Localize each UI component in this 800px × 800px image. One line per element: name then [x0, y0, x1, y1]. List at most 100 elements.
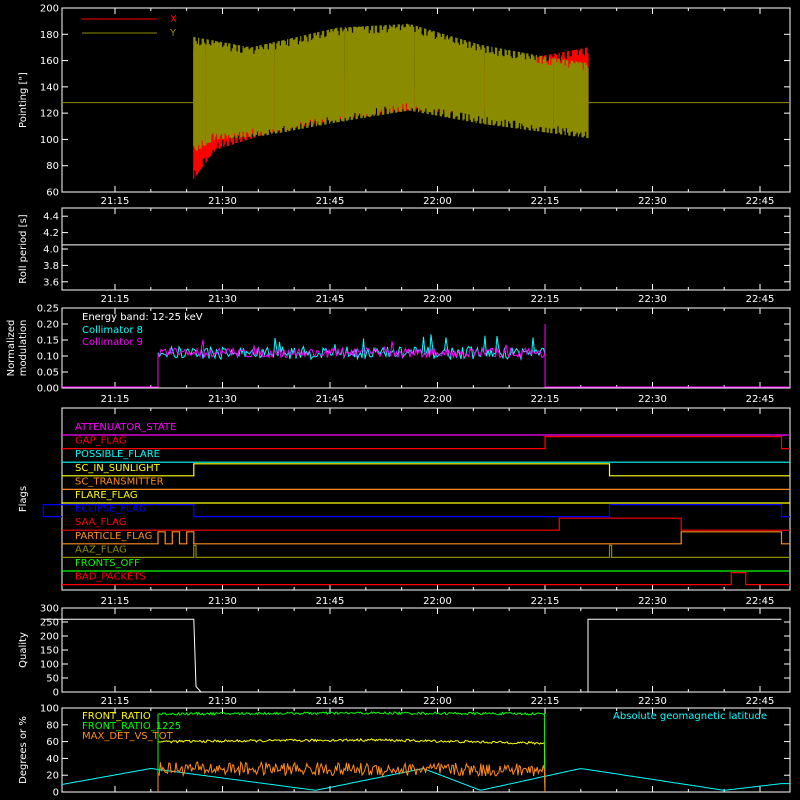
flags-xtick-label: 22:30	[638, 596, 667, 607]
flag-line-particle-flag	[62, 531, 790, 545]
modulation-ytick-label: 0.25	[37, 304, 59, 315]
quality-panel-frame	[61, 607, 791, 693]
front-ytick-label: 60	[46, 737, 59, 748]
flag-label-bad-packets: BAD_PACKETS	[75, 572, 146, 583]
pointing-ytick-label: 140	[40, 82, 59, 93]
modulation-annotation: Energy band: 12-25 keV	[82, 312, 203, 323]
front-series-front-ratio-1225	[157, 711, 546, 793]
roll-xtick-label: 22:15	[531, 294, 560, 305]
front-ytick-label: 40	[46, 754, 59, 765]
flag-label-particle-flag: PARTICLE_FLAG	[75, 531, 152, 542]
flag-line-gap-flag	[62, 436, 790, 450]
flag-label-fronts-off: FRONTS_OFF	[75, 558, 140, 569]
flag-label-saa-flag: SAA_FLAG	[75, 517, 126, 528]
quality-ylabel: Quality	[18, 632, 29, 668]
pointing-xtick-label: 21:45	[316, 196, 345, 207]
pointing-ytick-label: 200	[40, 4, 59, 15]
flags-ylabel: Flags	[18, 486, 29, 512]
pointing-xtick-label: 22:15	[531, 196, 560, 207]
quality-xtick-label: 21:45	[316, 696, 345, 707]
modulation-xtick-label: 21:15	[101, 394, 130, 405]
roll-ytick-label: 3.8	[43, 261, 59, 272]
legend-label-x: X	[170, 14, 177, 25]
front-ylabel: Degrees or %	[18, 716, 29, 784]
roll-xtick-label: 22:30	[638, 294, 667, 305]
roll-xtick-label: 22:45	[746, 294, 775, 305]
quality-ytick-label: 200	[40, 632, 59, 643]
quality-xtick-label: 21:30	[208, 696, 237, 707]
flag-label-flare-flag: FLARE_FLAG	[75, 490, 138, 501]
quality-xtick-label: 22:15	[531, 696, 560, 707]
roll-ytick-label: 4.0	[43, 245, 59, 256]
flags-xtick-label: 21:15	[101, 596, 130, 607]
roll-xtick-label: 22:00	[423, 294, 452, 305]
modulation-xtick-label: 22:00	[423, 394, 452, 405]
modulation-ylabel-line2: modulation	[18, 320, 29, 377]
legend-label-y: Y	[169, 28, 177, 39]
modulation-xtick-label: 21:30	[208, 394, 237, 405]
modulation-xtick-label: 21:45	[316, 394, 345, 405]
pointing-xtick-label: 21:30	[208, 196, 237, 207]
flag-label-gap-flag: GAP_FLAG	[75, 436, 127, 447]
modulation-series-collimator-9	[62, 324, 790, 388]
geomagnetic-latitude-label: Absolute geomagnetic latitude	[613, 711, 767, 722]
flags-xtick-label: 22:45	[746, 596, 775, 607]
flag-line-saa-flag	[62, 517, 790, 531]
flag-label-possible-flare: POSSIBLE_FLARE	[75, 449, 160, 460]
quality-series	[43, 618, 782, 693]
roll-ytick-label: 3.6	[43, 277, 59, 288]
pointing-ytick-label: 60	[46, 188, 59, 199]
modulation-ytick-label: 0.15	[37, 336, 59, 347]
flags-xtick-label: 22:15	[531, 596, 560, 607]
roll-ytick-label: 4.2	[43, 228, 59, 239]
modulation-legend-collimator-9: Collimator 9	[82, 337, 143, 348]
modulation-xtick-label: 22:15	[531, 394, 560, 405]
roll-ytick-label: 4.4	[43, 212, 59, 223]
flags-xtick-label: 22:00	[423, 596, 452, 607]
pointing-ytick-label: 80	[46, 161, 59, 172]
front-legend-max-det-vs-tot: MAX_DET_VS_TOT	[82, 731, 174, 742]
pointing-xtick-label: 21:15	[101, 196, 130, 207]
flag-line-aaz-flag	[62, 544, 790, 558]
modulation-xtick-label: 22:30	[638, 394, 667, 405]
modulation-ytick-label: 0.00	[37, 384, 59, 395]
pointing-ylabel: Pointing ["]	[18, 72, 29, 128]
flag-line-sc-in-sunlight	[62, 463, 790, 477]
flag-label-aaz-flag: AAZ_FLAG	[75, 544, 127, 555]
flags-xtick-label: 21:30	[208, 596, 237, 607]
front-ytick-label: 100	[40, 704, 59, 715]
modulation-legend-collimator-8: Collimator 8	[82, 325, 143, 336]
flags-xtick-label: 21:45	[316, 596, 345, 607]
flag-label-sc-transmitter: SC_TRANSMITTER	[75, 476, 164, 487]
roll-xtick-label: 21:30	[208, 294, 237, 305]
quality-xtick-label: 22:00	[423, 696, 452, 707]
modulation-ylabel-line1: Normalized	[6, 320, 17, 377]
pointing-xtick-label: 22:00	[423, 196, 452, 207]
pointing-ytick-label: 120	[40, 109, 59, 120]
pointing-xtick-label: 22:30	[638, 196, 667, 207]
flag-label-sc-in-sunlight: SC_IN_SUNLIGHT	[75, 463, 161, 474]
front-ytick-label: 80	[46, 720, 59, 731]
quality-ytick-label: 50	[46, 674, 59, 685]
pointing-xtick-label: 22:45	[746, 196, 775, 207]
quality-xtick-label: 22:45	[746, 696, 775, 707]
roll-ylabel: Roll period [s]	[18, 214, 29, 283]
modulation-ytick-label: 0.10	[37, 352, 59, 363]
front-ytick-label: 20	[46, 771, 59, 782]
front-ytick-label: 0	[53, 788, 59, 799]
flag-label-attenuator-state: ATTENUATOR_STATE	[75, 422, 176, 433]
modulation-ytick-label: 0.20	[37, 320, 59, 331]
roll-xtick-label: 21:15	[101, 294, 130, 305]
pointing-ytick-label: 160	[40, 56, 59, 67]
quality-ytick-label: 0	[53, 688, 59, 699]
quality-xtick-label: 21:15	[101, 696, 130, 707]
quality-xtick-label: 22:30	[638, 696, 667, 707]
roll-panel-frame	[61, 207, 791, 291]
chart-figure: 608010012014016018020021:15 21:30 21:45 22:…	[6, 4, 791, 799]
quality-ytick-label: 300	[40, 604, 59, 615]
pointing-ytick-label: 100	[40, 135, 59, 146]
quality-ytick-label: 150	[40, 646, 59, 657]
modulation-ytick-label: 0.05	[37, 368, 59, 379]
modulation-xtick-label: 22:45	[746, 394, 775, 405]
roll-xtick-label: 21:45	[316, 294, 345, 305]
